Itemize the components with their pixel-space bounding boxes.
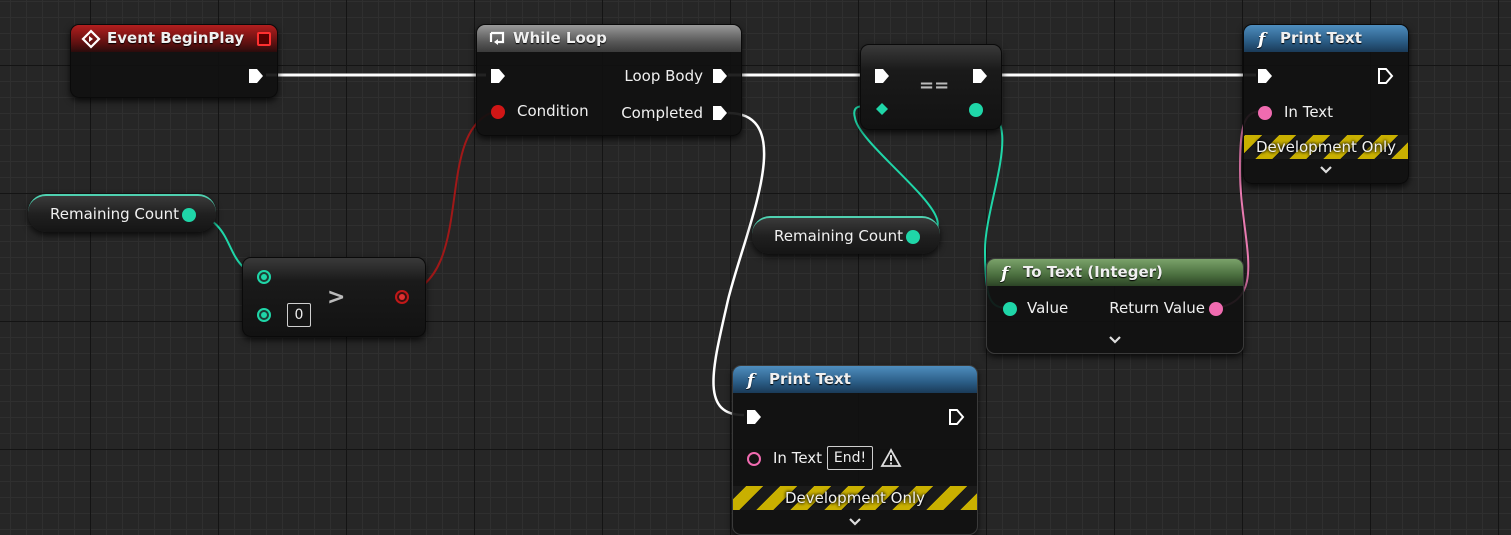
print-text-title: Print Text	[769, 370, 851, 388]
development-only-strip: Development Only	[733, 486, 977, 510]
greater-than-node[interactable]: 0 >	[242, 257, 426, 337]
greater-input-a-pin[interactable]	[257, 270, 271, 284]
exec-out-pin[interactable]	[247, 67, 265, 85]
chevron-down-icon[interactable]	[1108, 335, 1122, 345]
chevron-down-icon[interactable]	[848, 517, 862, 527]
to-text-integer-title: To Text (Integer)	[1023, 263, 1163, 281]
development-only-strip: Development Only	[1244, 135, 1408, 159]
completed-label: Completed	[621, 104, 703, 122]
greater-input-b-pin[interactable]	[257, 308, 271, 322]
greater-symbol: >	[327, 285, 346, 310]
event-begin-play-header[interactable]: Event BeginPlay	[71, 25, 277, 52]
warning-icon	[880, 448, 902, 467]
remaining-count-getter-left[interactable]: Remaining Count	[28, 194, 216, 232]
greater-default-value-box[interactable]: 0	[287, 303, 311, 327]
loop-body-pin[interactable]	[711, 67, 729, 85]
while-loop-node[interactable]: While Loop Condition Loop Body Completed	[476, 24, 742, 136]
print-text-node-bottom[interactable]: f Print Text In Text End! Development On…	[732, 365, 978, 535]
exec-out-pin[interactable]	[947, 408, 965, 426]
event-icon	[81, 29, 101, 49]
print-text-header[interactable]: f Print Text	[733, 366, 977, 393]
svg-text:f: f	[1000, 264, 1011, 283]
greater-output-pin[interactable]	[395, 290, 409, 304]
value-label: Value	[1027, 299, 1069, 317]
exec-in-pin[interactable]	[1256, 67, 1274, 85]
while-loop-header[interactable]: While Loop	[477, 25, 741, 52]
condition-pin[interactable]	[491, 105, 505, 119]
remaining-count-out-pin[interactable]	[906, 230, 920, 244]
event-begin-play-title: Event BeginPlay	[107, 29, 245, 47]
function-icon: f	[746, 371, 757, 390]
function-icon: f	[1257, 30, 1268, 49]
in-text-pin[interactable]	[1258, 106, 1272, 120]
svg-text:f: f	[746, 371, 757, 390]
to-text-integer-header[interactable]: f To Text (Integer)	[987, 259, 1243, 286]
event-begin-play-stop-icon	[257, 32, 271, 46]
condition-label: Condition	[517, 102, 589, 120]
while-loop-title: While Loop	[513, 29, 607, 47]
event-begin-play-node[interactable]: Event BeginPlay	[70, 24, 278, 98]
in-text-label: In Text	[773, 449, 823, 467]
equals-output-pin[interactable]	[969, 103, 983, 117]
in-text-label: In Text	[1284, 103, 1334, 121]
loop-icon	[489, 31, 505, 45]
svg-text:f: f	[1257, 30, 1268, 49]
development-only-label: Development Only	[1255, 138, 1397, 156]
remaining-count-label: Remaining Count	[50, 205, 179, 223]
in-text-pin[interactable]	[747, 452, 761, 466]
value-in-pin[interactable]	[1003, 302, 1017, 316]
equals-node[interactable]: ==	[860, 44, 1002, 130]
exec-in-pin[interactable]	[745, 408, 763, 426]
remaining-count-label: Remaining Count	[774, 227, 903, 245]
exec-out-pin[interactable]	[971, 67, 989, 85]
exec-out-pin[interactable]	[1376, 67, 1394, 85]
print-text-node-top[interactable]: f Print Text In Text Development Only	[1243, 24, 1409, 184]
exec-in-pin[interactable]	[489, 67, 507, 85]
remaining-count-out-pin[interactable]	[182, 208, 196, 222]
print-text-header[interactable]: f Print Text	[1244, 25, 1408, 52]
in-text-value-box[interactable]: End!	[827, 446, 873, 470]
to-text-integer-node[interactable]: f To Text (Integer) Value Return Value	[986, 258, 1244, 354]
print-text-title: Print Text	[1280, 29, 1362, 47]
function-icon: f	[1000, 264, 1011, 283]
equals-input-pin[interactable]	[875, 102, 889, 116]
loop-body-label: Loop Body	[624, 67, 703, 85]
remaining-count-getter-mid[interactable]: Remaining Count	[752, 216, 940, 254]
return-value-label: Return Value	[1109, 299, 1205, 317]
return-value-out-pin[interactable]	[1209, 302, 1223, 316]
exec-in-pin[interactable]	[873, 67, 891, 85]
development-only-label: Development Only	[784, 489, 926, 507]
chevron-down-icon[interactable]	[1319, 165, 1333, 175]
equals-symbol: ==	[919, 75, 950, 96]
completed-pin[interactable]	[711, 104, 729, 122]
